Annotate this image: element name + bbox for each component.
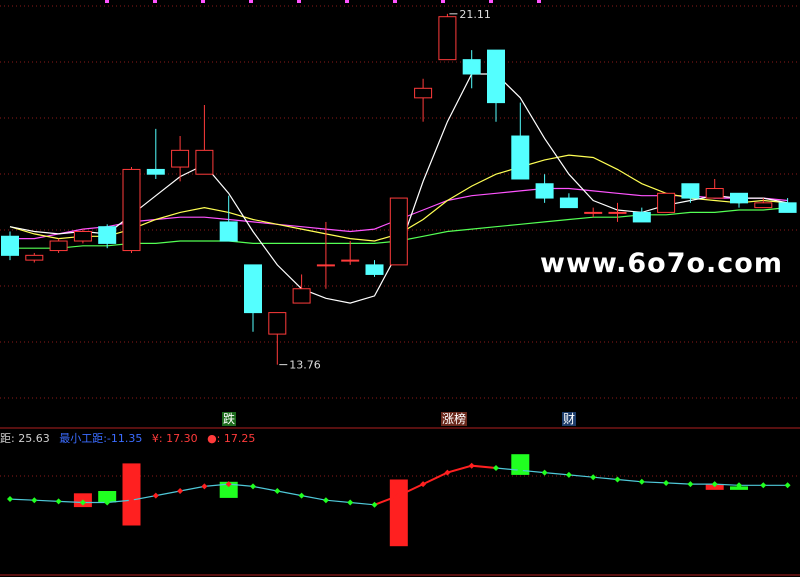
top-tick-mark [345,0,349,3]
candle-body-up [25,254,44,261]
stock-chart: 21.11 13.76 [0,0,800,576]
candle-body-up [292,288,311,304]
candle-body-down [219,221,238,242]
indicator-diamond [201,483,208,490]
top-tick-mark [393,0,397,3]
watermark-text: www.6o7o.com [540,248,783,279]
top-tick-mark [153,0,157,3]
candle-body-up [705,188,724,199]
candle-body-down [1,235,19,256]
indicator-bar-red [389,479,408,547]
indicator-diamond [760,482,767,489]
legend-min-distance: 最小工距:-11.35 [59,432,143,445]
top-tick-mark [201,0,205,3]
indicator-diamond [468,462,475,469]
indicator-diamond [663,479,670,486]
price-annotation-label: 21.11 [459,8,491,21]
indicator-diamond [493,465,499,471]
top-tick-mark [441,0,445,3]
indicator-diamond [371,501,378,508]
indicator-diamond [177,488,184,494]
candle-body-up [584,211,603,214]
candle-body-up [414,87,433,99]
indicator-legend: 距: 25.63 最小工距:-11.35 ¥: 17.30 ●: 17.25 [0,430,261,446]
candle-body-up [171,149,190,168]
indicator-diamond [7,496,13,503]
indicator-diamond [541,469,548,476]
indicator-bar-red [122,463,141,526]
candle-body-up [657,192,676,213]
candle-body-up [195,149,214,175]
candle-body-up [438,16,457,61]
candle-body-up [49,240,68,252]
candle-body-up [341,259,360,262]
candle-body-up [268,312,287,335]
indicator-diamond [274,488,281,494]
indicator-diamond [784,482,791,489]
candle-body-up [389,197,408,266]
indicator-diamond [152,492,159,499]
candle-body-down [511,135,530,180]
candle-body-down [535,183,554,199]
candle-body-up [608,211,627,214]
indicator-diamond [298,492,305,499]
candle-body-down [730,192,748,204]
candle-body-down [98,226,117,244]
candle-body-down [146,168,165,175]
legend-yen: ¥: 17.30 [151,432,198,445]
candle-body-down [365,264,384,275]
candle-body-down [632,211,651,223]
legend-dot: ●: 17.25 [207,432,256,445]
top-tick-mark [537,0,541,3]
candle-body-down [462,59,481,75]
marker-tag-cai: 财 [562,412,577,426]
indicator-diamond [55,498,62,505]
indicator-diamond [347,499,354,506]
indicator-diamond [590,474,597,481]
indicator-diamond [31,497,38,504]
candle-body-up [73,230,92,242]
candle-body-up [316,264,335,267]
candle-body-down [778,202,797,213]
candle-body-up [122,168,141,252]
top-tick-mark [489,0,493,3]
candle-body-up [754,202,773,209]
indicator-diamond [614,476,621,483]
top-tick-mark [249,0,253,3]
legend-distance: 距: 25.63 [0,432,50,445]
indicator-diamond [638,478,645,485]
candle-body-down [681,183,700,199]
indicator-diamond [322,497,329,504]
top-tick-mark [297,0,301,3]
candle-body-down [244,264,262,314]
indicator-diamond [687,481,694,488]
marker-tag-zhangbang: 涨榜 [441,412,468,426]
price-annotation-label: 13.76 [289,359,321,372]
indicator-diamond [565,471,572,478]
marker-tag-die: 跌 [222,412,237,426]
top-tick-mark [105,0,109,3]
candle-body-down [487,49,505,104]
indicator-diamond [250,483,256,490]
candle-body-down [559,197,578,209]
